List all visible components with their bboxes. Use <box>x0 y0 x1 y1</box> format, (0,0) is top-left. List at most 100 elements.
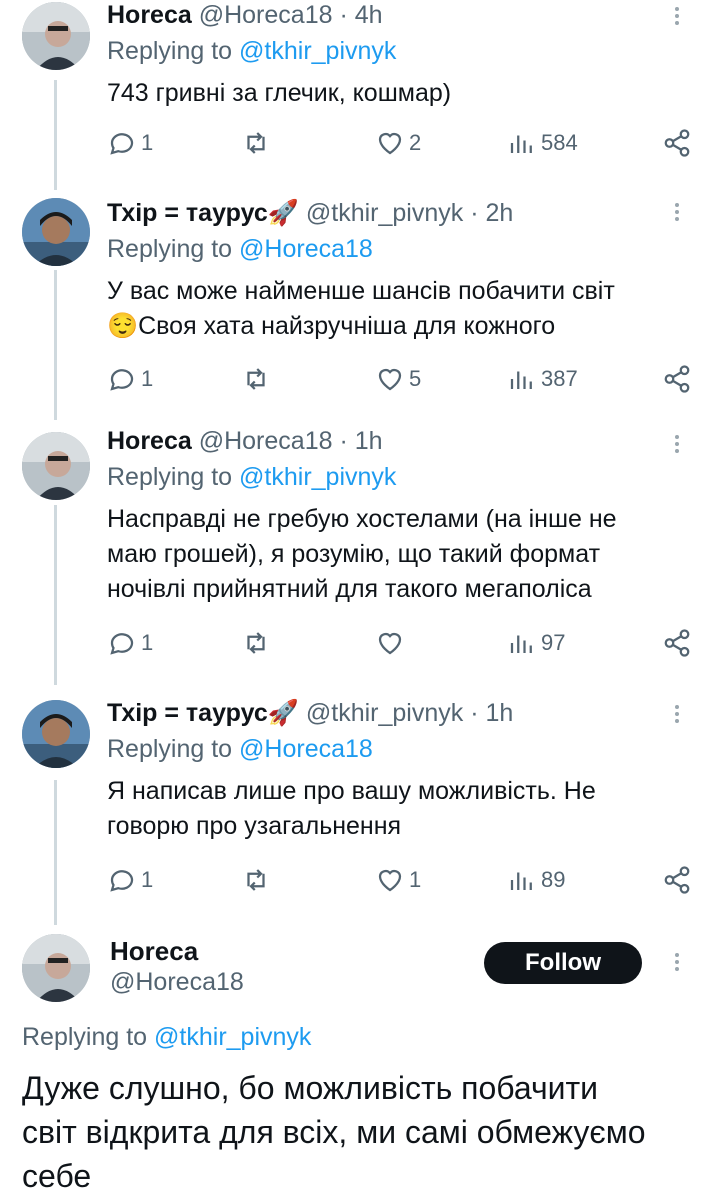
views-button[interactable]: 584 <box>507 127 578 159</box>
view-count: 387 <box>541 366 578 391</box>
retweet-icon <box>247 869 265 891</box>
like-button[interactable]: 2 <box>375 127 421 159</box>
reply-icon <box>110 870 134 892</box>
user-handle[interactable]: @Horeca18 <box>199 427 333 455</box>
action-bar: 1 5 387 <box>107 363 692 395</box>
replying-label: Replying to <box>22 1023 148 1051</box>
user-handle[interactable]: @Horeca18 <box>110 968 244 997</box>
views-button[interactable]: 97 <box>507 627 565 659</box>
avatar[interactable] <box>22 432 90 500</box>
like-button[interactable] <box>375 627 409 659</box>
avatar[interactable] <box>22 198 90 266</box>
retweet-button[interactable] <box>241 864 271 896</box>
reply-count: 1 <box>141 867 154 892</box>
tweet: Horeca @Horeca18 · 4h Replying to @tkhir… <box>107 0 666 111</box>
views-icon <box>510 872 532 890</box>
replying-label: Replying to <box>107 463 233 491</box>
view-count: 97 <box>541 630 566 655</box>
reply-button[interactable]: 1 <box>107 864 153 896</box>
reply-icon <box>110 369 134 391</box>
display-name[interactable]: Тхір = таурус🚀 <box>107 199 299 227</box>
reply-button[interactable]: 1 <box>107 627 153 659</box>
views-button[interactable]: 387 <box>507 363 578 395</box>
separator: · <box>470 199 479 227</box>
mention-link[interactable]: @tkhir_pivnyk <box>239 463 396 491</box>
retweet-icon <box>247 132 265 154</box>
action-bar: 1 1 89 <box>107 864 692 896</box>
mention-link[interactable]: @Horeca18 <box>239 235 373 263</box>
retweet-icon <box>247 632 265 654</box>
user-handle[interactable]: @tkhir_pivnyk <box>306 199 463 227</box>
like-button[interactable]: 5 <box>375 363 421 395</box>
reply-count: 1 <box>141 366 154 391</box>
reply-count: 1 <box>141 130 154 155</box>
retweet-button[interactable] <box>241 127 271 159</box>
follow-button[interactable]: Follow <box>484 942 642 984</box>
timestamp[interactable]: 2h <box>485 199 513 227</box>
share-button[interactable] <box>662 363 692 395</box>
tweet-text: У вас може найменше шансів побачити світ… <box>107 274 666 344</box>
mention-link[interactable]: @Horeca18 <box>239 735 373 763</box>
tweet-text-line: маю грошей), я розумію, що такий формат <box>107 540 601 568</box>
reply-button[interactable]: 1 <box>107 127 153 159</box>
views-button[interactable]: 89 <box>507 864 565 896</box>
display-name[interactable]: Horeca <box>107 427 192 455</box>
timestamp[interactable]: 4h <box>355 1 383 29</box>
views-icon <box>510 135 532 153</box>
tweet-text-line: світ відкрита для всіх, ми самі обмежуєм… <box>22 1114 646 1150</box>
timestamp[interactable]: 1h <box>485 699 513 727</box>
thread-line <box>54 80 57 190</box>
avatar[interactable] <box>22 700 90 768</box>
like-count: 1 <box>409 867 422 892</box>
share-icon <box>664 866 690 894</box>
share-button[interactable] <box>662 127 692 159</box>
display-name[interactable]: Horeca <box>107 1 192 29</box>
share-icon <box>664 629 690 657</box>
avatar[interactable] <box>22 934 90 1002</box>
reply-count: 1 <box>141 630 154 655</box>
mention-link[interactable]: @tkhir_pivnyk <box>239 37 396 65</box>
views-icon <box>510 635 532 653</box>
like-count: 5 <box>409 366 422 391</box>
view-count: 584 <box>541 130 578 155</box>
tweet: Horeca @Horeca18 · 1h Replying to @tkhir… <box>107 426 666 607</box>
more-icon[interactable] <box>674 950 680 974</box>
like-icon <box>378 132 402 155</box>
mention-link[interactable]: @tkhir_pivnyk <box>154 1023 311 1051</box>
share-icon <box>664 129 690 157</box>
replying-to: Replying to @Horeca18 <box>107 732 666 766</box>
like-button[interactable]: 1 <box>375 864 421 896</box>
tweet-text: Я написав лише про вашу можливість. Не г… <box>107 774 666 844</box>
display-name[interactable]: Horeca <box>110 936 198 967</box>
share-button[interactable] <box>662 627 692 659</box>
retweet-icon <box>247 368 265 390</box>
tweet: Тхір = таурус🚀 @tkhir_pivnyk · 1h Replyi… <box>107 698 666 844</box>
more-icon[interactable] <box>674 200 680 224</box>
action-bar: 1 2 584 <box>107 127 692 159</box>
separator: · <box>470 699 479 727</box>
retweet-button[interactable] <box>241 363 271 395</box>
tweet-text-line: Я написав лише про вашу можливість. Не <box>107 777 596 805</box>
replying-to: Replying to @tkhir_pivnyk <box>22 1020 311 1054</box>
more-icon[interactable] <box>674 702 680 726</box>
replying-label: Replying to <box>107 37 233 65</box>
more-icon[interactable] <box>674 4 680 28</box>
replying-label: Replying to <box>107 235 233 263</box>
more-icon[interactable] <box>674 432 680 456</box>
retweet-button[interactable] <box>241 627 271 659</box>
display-name[interactable]: Тхір = таурус🚀 <box>107 699 299 727</box>
avatar[interactable] <box>22 2 90 70</box>
thread-line <box>54 780 57 925</box>
reply-icon <box>110 633 134 655</box>
reply-button[interactable]: 1 <box>107 363 153 395</box>
like-icon <box>378 632 402 655</box>
tweet-text-line: У вас може найменше шансів побачити світ <box>107 277 615 305</box>
tweet-text: 743 гривні за глечик, кошмар) <box>107 76 666 111</box>
tweet-text-line: говорю про узагальнення <box>107 812 402 840</box>
share-button[interactable] <box>662 864 692 896</box>
timestamp[interactable]: 1h <box>355 427 383 455</box>
like-icon <box>378 368 402 391</box>
user-handle[interactable]: @tkhir_pivnyk <box>306 699 463 727</box>
user-handle[interactable]: @Horeca18 <box>199 1 333 29</box>
view-count: 89 <box>541 867 566 892</box>
